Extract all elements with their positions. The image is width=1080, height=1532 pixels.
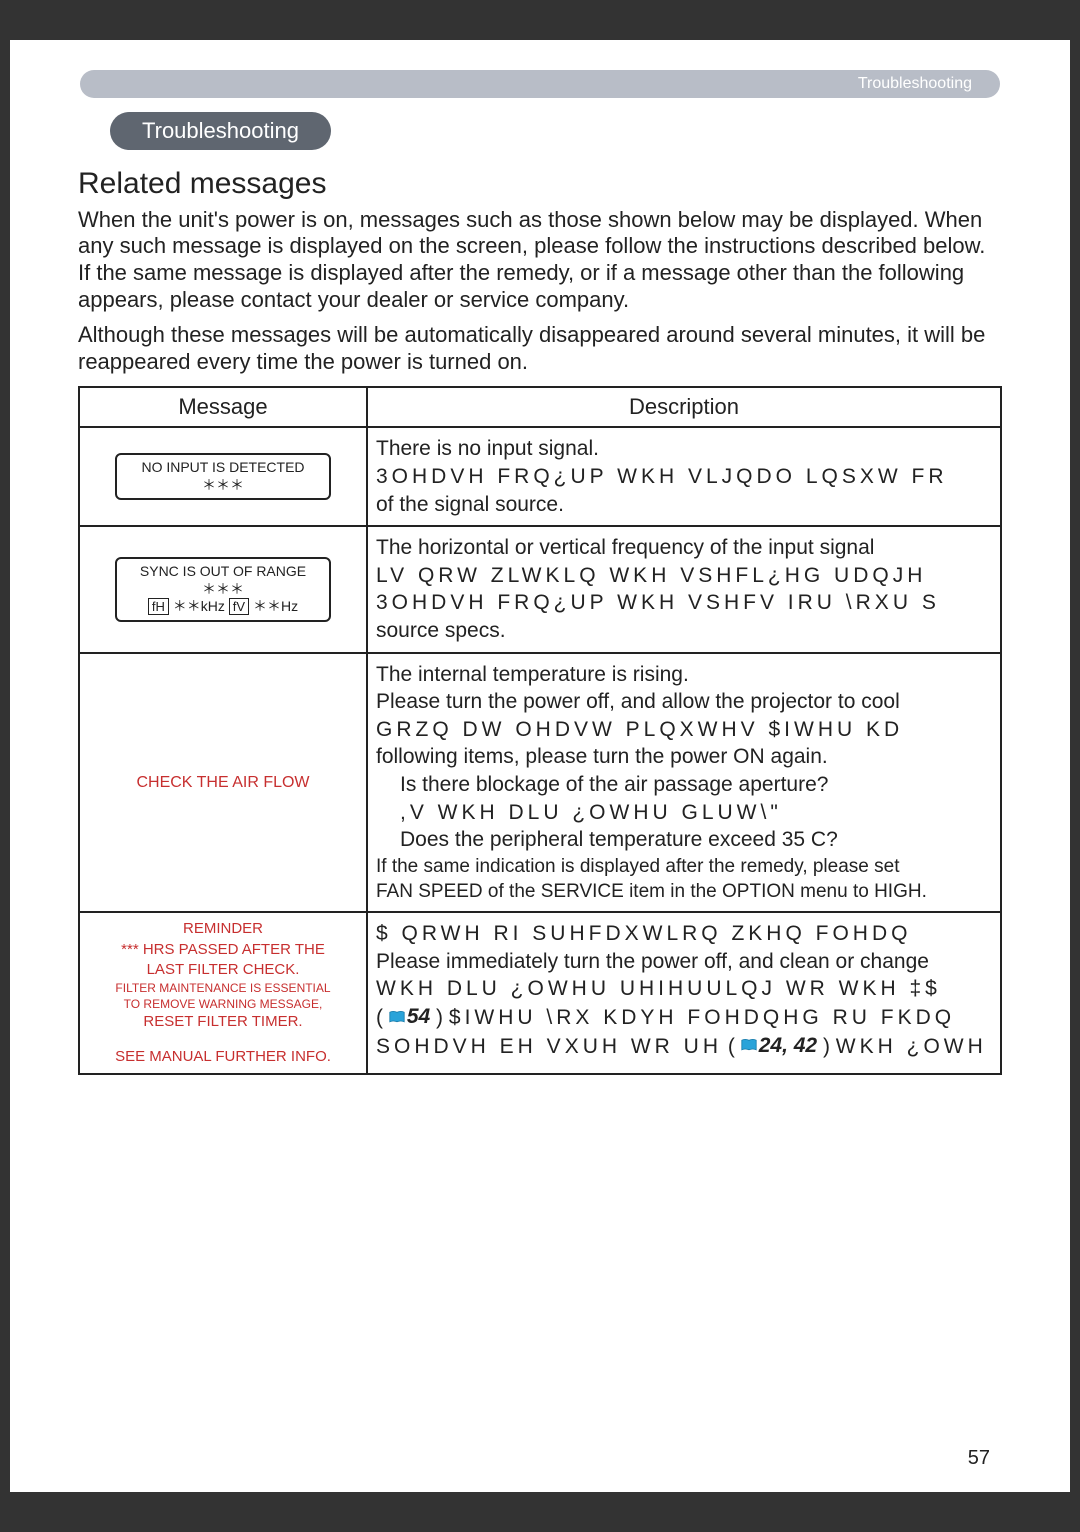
table-row: REMINDER *** HRS PASSED AFTER THE LAST F… [79, 912, 1001, 1074]
table-row: SYNC IS OUT OF RANGE ＊＊＊ fH ＊＊kHz fV ＊＊H… [79, 526, 1001, 652]
desc-line-garbled: 3OHDVH FRQ¿UP WKH VLJQDO LQSXW FR [376, 464, 992, 490]
desc-line-garbled: WKH DLU ¿OWHU UHIHUULQJ WR WKH ‡$ [376, 976, 992, 1002]
desc-line: source specs. [376, 618, 992, 644]
desc-line-garbled: WKH ¿OWH [836, 1034, 987, 1057]
desc-line-garbled: $IWHU \RX KDYH FOHDQHG RU FKDQ [449, 1006, 955, 1029]
page-title: Related messages [78, 166, 1002, 203]
col-header-description: Description [367, 387, 1001, 428]
page-ref-num: 54 [407, 1004, 430, 1030]
osd-red-text: CHECK THE AIR FLOW [88, 772, 358, 794]
desc-line-garbled: GRZQ DW OHDVW PLQXWHV $IWHU KD [376, 717, 992, 743]
osd-red-text: *** HRS PASSED AFTER THE [88, 940, 358, 960]
osd-red-text: FILTER MAINTENANCE IS ESSENTIAL [88, 980, 358, 996]
desc-line: The horizontal or vertical frequency of … [376, 535, 992, 561]
desc-line: If the same indication is displayed afte… [376, 855, 992, 878]
page-ref: ( [728, 1034, 735, 1057]
osd-key: fV [229, 598, 249, 615]
osd-val: ＊＊kHz [173, 598, 225, 614]
osd-red-text: REMINDER [88, 919, 358, 939]
osd-val: ＊＊Hz [253, 598, 298, 614]
page-ref: ( [376, 1006, 383, 1029]
desc-line: There is no input signal. [376, 436, 992, 462]
breadcrumb: Troubleshooting [80, 70, 1000, 98]
table-row: NO INPUT IS DETECTED ＊＊＊ There is no inp… [79, 427, 1001, 526]
osd-red-text: TO REMOVE WARNING MESSAGE, [88, 996, 358, 1012]
page-ref-num: 24, 42 [759, 1033, 817, 1059]
page-number: 57 [968, 1447, 990, 1470]
desc-line: The internal temperature is rising. [376, 662, 992, 688]
osd-red-text: LAST FILTER CHECK. [88, 960, 358, 980]
col-header-message: Message [79, 387, 367, 428]
book-icon [741, 1038, 757, 1052]
manual-page-link[interactable]: 24, 42 [741, 1033, 817, 1059]
desc-line: of the signal source. [376, 492, 992, 518]
desc-line-bullet-garbled: ,V WKH DLU ¿OWHU GLUW\" [376, 800, 992, 826]
desc-line-garbled: $ QRWH RI SUHFDXWLRQ ZKHQ FOHDQ [376, 921, 992, 947]
osd-key: fH [148, 598, 169, 615]
breadcrumb-label: Troubleshooting [858, 75, 972, 93]
desc-line-garbled: LV QRW ZLWKLQ WKH VSHFL¿HG UDQJH [376, 563, 992, 589]
section-pill-label: Troubleshooting [142, 118, 299, 143]
manual-page-link[interactable]: 54 [389, 1004, 430, 1030]
book-icon [389, 1010, 405, 1024]
desc-line: Please turn the power off, and allow the… [376, 689, 992, 715]
desc-line: following items, please turn the power O… [376, 744, 992, 770]
section-pill: Troubleshooting [110, 112, 331, 150]
osd-line: NO INPUT IS DETECTED [141, 459, 304, 475]
intro-paragraph-2: Although these messages will be automati… [78, 322, 1002, 376]
desc-line-bullet: Does the peripheral temperature exceed 3… [376, 827, 992, 853]
page-ref: ) [823, 1034, 830, 1057]
desc-line-garbled: 3OHDVH FRQ¿UP WKH VSHFV IRU \RXU S [376, 590, 992, 616]
osd-line: ＊＊＊ [202, 477, 244, 493]
desc-line: FAN SPEED of the SERVICE item in the OPT… [376, 880, 992, 903]
osd-line: SYNC IS OUT OF RANGE [140, 563, 306, 579]
desc-line-bullet: Is there blockage of the air passage ape… [376, 772, 992, 798]
messages-table: Message Description NO INPUT IS DETECTED… [78, 386, 1002, 1075]
osd-message-box: NO INPUT IS DETECTED ＊＊＊ [115, 453, 331, 500]
osd-line: ＊＊＊ [202, 581, 244, 597]
desc-line-garbled: SOHDVH EH VXUH WR UH [376, 1034, 722, 1057]
page-ref: ) [436, 1006, 443, 1029]
intro-paragraph-1: When the unit's power is on, messages su… [78, 207, 1002, 314]
osd-red-text: SEE MANUAL FURTHER INFO. [88, 1047, 358, 1067]
table-row: CHECK THE AIR FLOW The internal temperat… [79, 653, 1001, 913]
desc-line: Please immediately turn the power off, a… [376, 949, 992, 975]
osd-red-text: RESET FILTER TIMER. [88, 1012, 358, 1032]
osd-message-box: SYNC IS OUT OF RANGE ＊＊＊ fH ＊＊kHz fV ＊＊H… [115, 557, 331, 622]
